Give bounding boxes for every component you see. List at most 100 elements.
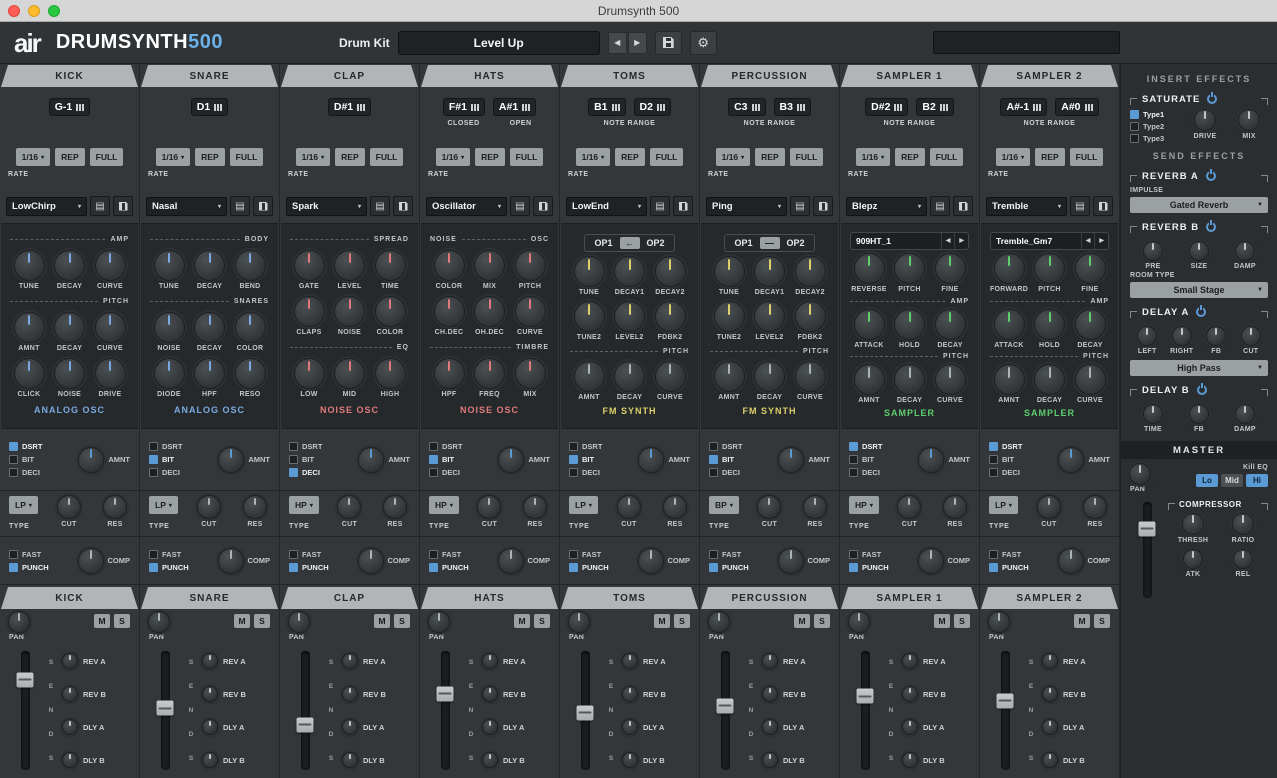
damp-knob[interactable] bbox=[1236, 405, 1254, 423]
solo-button[interactable]: S bbox=[534, 614, 550, 628]
bit-option[interactable]: BIT bbox=[149, 455, 213, 464]
prev-sample-arrow[interactable]: ◀ bbox=[1081, 233, 1095, 249]
bit-option[interactable]: BIT bbox=[709, 455, 773, 464]
dsrt-option[interactable]: DSRT bbox=[709, 442, 773, 451]
knob-res[interactable] bbox=[384, 496, 406, 518]
repeat-button[interactable]: REP bbox=[1035, 148, 1064, 166]
dist-amount-knob[interactable] bbox=[219, 448, 243, 472]
knob-cut[interactable] bbox=[198, 496, 220, 518]
rate-select[interactable]: 1/16▾ bbox=[296, 148, 331, 166]
filter-type-select[interactable]: BP▾ bbox=[709, 496, 739, 514]
rate-select[interactable]: 1/16▾ bbox=[996, 148, 1031, 166]
knob-pitch[interactable] bbox=[1035, 254, 1064, 283]
knob-curve[interactable] bbox=[96, 251, 125, 280]
preset-browse-button[interactable]: ▤ bbox=[510, 196, 530, 216]
knob-cut[interactable] bbox=[1038, 496, 1060, 518]
dist-amount-knob[interactable] bbox=[779, 448, 803, 472]
mute-button[interactable]: M bbox=[654, 614, 670, 628]
repeat-button[interactable]: REP bbox=[55, 148, 84, 166]
send-knob-rev-a[interactable] bbox=[903, 654, 917, 668]
send-knob-dly-a[interactable] bbox=[903, 720, 917, 734]
filter-type-select[interactable]: LP▾ bbox=[149, 496, 178, 514]
send-knob-dly-a[interactable] bbox=[483, 720, 497, 734]
aux-display-field[interactable] bbox=[933, 31, 1120, 54]
knob-curve[interactable] bbox=[1076, 365, 1105, 394]
comp-knob[interactable] bbox=[219, 549, 243, 573]
knob-decay[interactable] bbox=[195, 313, 224, 342]
damp-knob[interactable] bbox=[1236, 242, 1254, 260]
cut-knob[interactable] bbox=[1242, 327, 1260, 345]
knob-bend[interactable] bbox=[236, 251, 265, 280]
note-selector[interactable]: B3 bbox=[774, 98, 811, 116]
solo-button[interactable]: S bbox=[394, 614, 410, 628]
send-knob-rev-b[interactable] bbox=[623, 687, 637, 701]
fast-option[interactable]: FAST bbox=[149, 550, 219, 559]
knob-decay2[interactable] bbox=[796, 257, 825, 286]
dsrt-option[interactable]: DSRT bbox=[9, 442, 73, 451]
knob-noise[interactable] bbox=[155, 313, 184, 342]
knob-time[interactable] bbox=[376, 251, 405, 280]
note-selector[interactable]: B2 bbox=[916, 98, 953, 116]
mute-button[interactable]: M bbox=[94, 614, 110, 628]
preset-select[interactable]: LowEnd▾ bbox=[566, 197, 647, 216]
send-knob-rev-a[interactable] bbox=[63, 654, 77, 668]
repeat-button[interactable]: REP bbox=[195, 148, 224, 166]
comp-knob[interactable] bbox=[79, 549, 103, 573]
knob-color[interactable] bbox=[236, 313, 265, 342]
knob-fine[interactable] bbox=[1076, 254, 1105, 283]
send-knob-rev-a[interactable] bbox=[343, 654, 357, 668]
preset-browse-button[interactable]: ▤ bbox=[650, 196, 670, 216]
punch-option[interactable]: PUNCH bbox=[289, 563, 359, 572]
knob-res[interactable] bbox=[1084, 496, 1106, 518]
fb-knob[interactable] bbox=[1190, 405, 1208, 423]
dsrt-option[interactable]: DSRT bbox=[429, 442, 493, 451]
fader-handle[interactable] bbox=[997, 693, 1014, 708]
preset-save-button[interactable] bbox=[393, 196, 413, 216]
note-selector[interactable]: A#-1 bbox=[1000, 98, 1047, 116]
punch-option[interactable]: PUNCH bbox=[709, 563, 779, 572]
mute-button[interactable]: M bbox=[1074, 614, 1090, 628]
knob-cut[interactable] bbox=[758, 496, 780, 518]
master-pan-knob[interactable] bbox=[1130, 464, 1150, 484]
mix-knob[interactable] bbox=[1239, 110, 1259, 130]
send-knob-rev-a[interactable] bbox=[483, 654, 497, 668]
knob-high[interactable] bbox=[376, 359, 405, 388]
dsrt-option[interactable]: DSRT bbox=[849, 442, 913, 451]
fast-option[interactable]: FAST bbox=[569, 550, 639, 559]
send-knob-dly-a[interactable] bbox=[763, 720, 777, 734]
fader-handle[interactable] bbox=[577, 705, 594, 720]
knob-decay[interactable] bbox=[936, 310, 965, 339]
reverb-b-power-button[interactable] bbox=[1206, 222, 1216, 232]
preset-browse-button[interactable]: ▤ bbox=[230, 196, 250, 216]
mute-button[interactable]: M bbox=[514, 614, 530, 628]
rate-select[interactable]: 1/16▾ bbox=[156, 148, 191, 166]
operator-route-selector[interactable]: OP1—OP2 bbox=[724, 234, 814, 252]
full-button[interactable]: FULL bbox=[510, 148, 544, 166]
preset-select[interactable]: Blepz▾ bbox=[846, 197, 927, 216]
repeat-button[interactable]: REP bbox=[755, 148, 784, 166]
knob-res[interactable] bbox=[944, 496, 966, 518]
fast-option[interactable]: FAST bbox=[289, 550, 359, 559]
time-knob[interactable] bbox=[1144, 405, 1162, 423]
killeq-lo-button[interactable]: Lo bbox=[1196, 474, 1218, 487]
fader-handle[interactable] bbox=[17, 672, 34, 687]
filter-type-select[interactable]: LP▾ bbox=[9, 496, 38, 514]
knob-pitch[interactable] bbox=[516, 251, 545, 280]
preset-select[interactable]: Tremble▾ bbox=[986, 197, 1067, 216]
rate-select[interactable]: 1/16▾ bbox=[576, 148, 611, 166]
fader-handle[interactable] bbox=[157, 701, 174, 716]
preset-select[interactable]: Oscillator▾ bbox=[426, 197, 507, 216]
knob-hpf[interactable] bbox=[435, 359, 464, 388]
send-knob-rev-b[interactable] bbox=[903, 687, 917, 701]
dist-amount-knob[interactable] bbox=[639, 448, 663, 472]
preset-select[interactable]: Nasal▾ bbox=[146, 197, 227, 216]
note-selector[interactable]: D2 bbox=[634, 98, 671, 116]
fast-option[interactable]: FAST bbox=[9, 550, 79, 559]
knob-cut[interactable] bbox=[338, 496, 360, 518]
fast-option[interactable]: FAST bbox=[989, 550, 1059, 559]
knob-amnt[interactable] bbox=[855, 365, 884, 394]
bit-option[interactable]: BIT bbox=[569, 455, 633, 464]
knob-res[interactable] bbox=[244, 496, 266, 518]
send-knob-dly-b[interactable] bbox=[63, 753, 77, 767]
knob-amnt[interactable] bbox=[15, 313, 44, 342]
